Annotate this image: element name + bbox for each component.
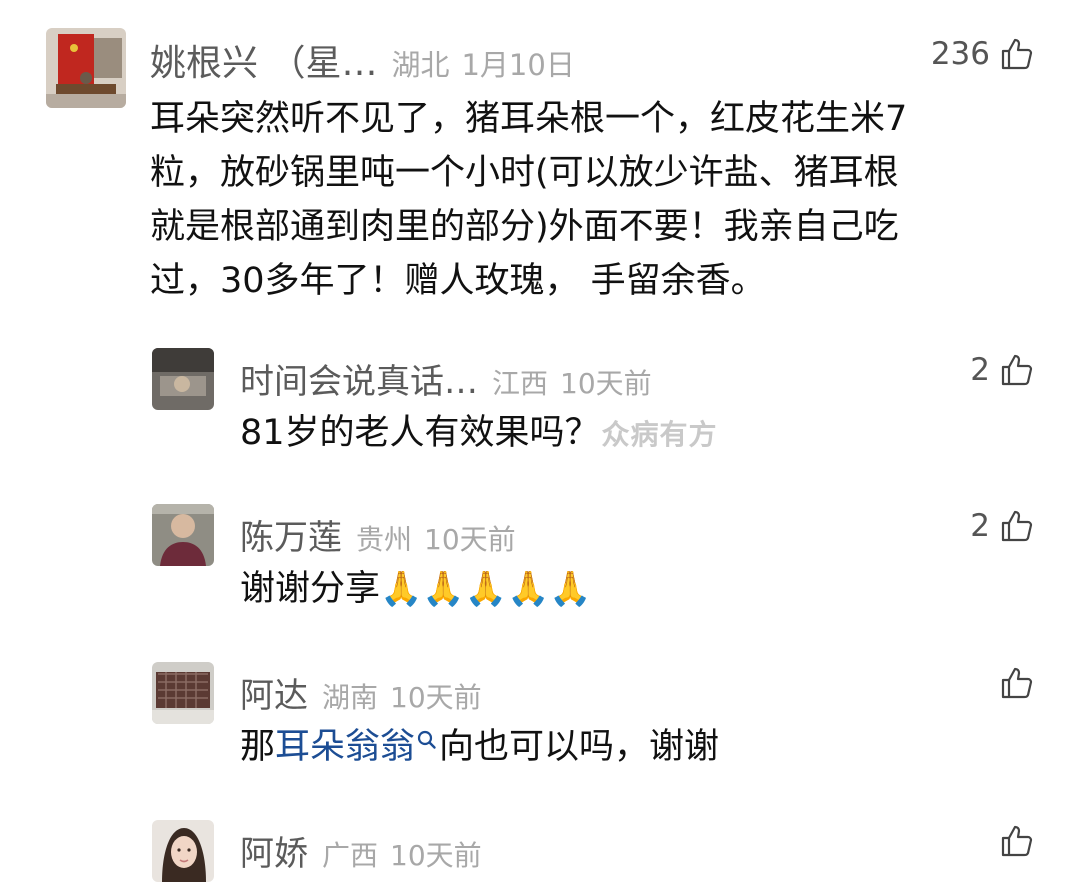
commenter-location: 贵州 [356, 523, 413, 556]
comment-date: 1月10日 [461, 48, 575, 82]
commenter-location: 湖北 [391, 48, 450, 82]
reply-text-before: 那 [240, 727, 276, 767]
reply-text: 81岁的老人有效果吗？ [240, 413, 600, 453]
folded-hands-emoji: 🙏🙏🙏🙏🙏 [380, 569, 592, 609]
like-button[interactable] [1000, 824, 1034, 858]
comment-date: 10天前 [390, 839, 482, 872]
like-button[interactable] [1000, 666, 1034, 700]
reply-item: 阿娇 广西 10天前 [0, 812, 1080, 890]
commenter-name[interactable]: 阿娇 [240, 826, 308, 875]
reply-text-after: 向也可以吗，谢谢 [439, 727, 720, 767]
comment-text: 谢谢分享🙏🙏🙏🙏🙏 [240, 566, 592, 612]
like-count: 2 [970, 508, 990, 544]
reply-item: 时间会说真话… 江西 10天前 2 81岁的老人有效果吗？众病有方 [0, 340, 1080, 480]
like-count: 236 [930, 36, 990, 72]
reply-item: 阿达 湖南 10天前 那耳朵翁翁 向也可以吗，谢谢 [0, 654, 1080, 794]
comment-text: 那耳朵翁翁 向也可以吗，谢谢 [240, 724, 719, 770]
avatar[interactable] [152, 348, 214, 410]
search-keyword-link[interactable]: 耳朵翁翁 [275, 727, 415, 767]
avatar[interactable] [152, 504, 214, 566]
commenter-name[interactable]: 姚根兴 （星… [150, 34, 377, 86]
comment-header: 陈万莲 贵州 10天前 [240, 510, 516, 559]
search-icon[interactable] [415, 724, 439, 754]
comment-text-line: 耳朵突然听不见了，猪耳朵根一个，红皮花生米7 [150, 99, 908, 139]
commenter-location: 广西 [322, 839, 379, 872]
watermark: 众病有方 [601, 418, 718, 451]
like-button[interactable]: 2 [970, 508, 1034, 544]
thumbs-up-icon [1000, 509, 1034, 543]
thumbs-up-icon [1000, 353, 1034, 387]
comment-date: 10天前 [390, 681, 482, 714]
like-count: 2 [970, 352, 990, 388]
avatar[interactable] [152, 820, 214, 882]
comment-header: 阿达 湖南 10天前 [240, 668, 482, 717]
comment-text-line: 过，30多年了！赠人玫瑰， 手留余香。 [150, 261, 766, 301]
comment-header: 时间会说真话… 江西 10天前 [240, 354, 652, 403]
comment-date: 10天前 [560, 367, 652, 400]
reply-text: 谢谢分享 [240, 569, 381, 609]
commenter-name[interactable]: 陈万莲 [240, 510, 342, 559]
comment-text: 81岁的老人有效果吗？众病有方 [240, 410, 718, 458]
commenter-location: 湖南 [322, 681, 379, 714]
like-button[interactable]: 2 [970, 352, 1034, 388]
thumbs-up-icon [1000, 824, 1034, 858]
like-button[interactable]: 236 [931, 36, 1034, 72]
commenter-name[interactable]: 阿达 [240, 668, 308, 717]
comment-item: 姚根兴 （星… 湖北 1月10日 236 耳朵突然听不见了，猪耳朵根一个，红皮花… [0, 0, 1080, 320]
commenter-name[interactable]: 时间会说真话… [240, 354, 478, 403]
thumbs-up-icon [1000, 666, 1034, 700]
commenter-location: 江西 [492, 367, 549, 400]
comment-text-line: 粒，放砂锅里吨一个小时(可以放少许盐、猪耳根 [150, 153, 899, 193]
comment-header: 阿娇 广西 10天前 [240, 826, 482, 875]
avatar[interactable] [152, 662, 214, 724]
comment-text-line: 就是根部通到肉里的部分)外面不要！我亲自己吃 [150, 207, 899, 247]
avatar[interactable] [46, 28, 126, 108]
reply-item: 陈万莲 贵州 10天前 2 谢谢分享🙏🙏🙏🙏🙏 [0, 496, 1080, 636]
thumbs-up-icon [1000, 37, 1034, 71]
comment-header: 姚根兴 （星… 湖北 1月10日 [150, 34, 575, 86]
comment-date: 10天前 [424, 523, 516, 556]
comment-text: 耳朵突然听不见了，猪耳朵根一个，红皮花生米7 粒，放砂锅里吨一个小时(可以放少许… [150, 92, 907, 308]
